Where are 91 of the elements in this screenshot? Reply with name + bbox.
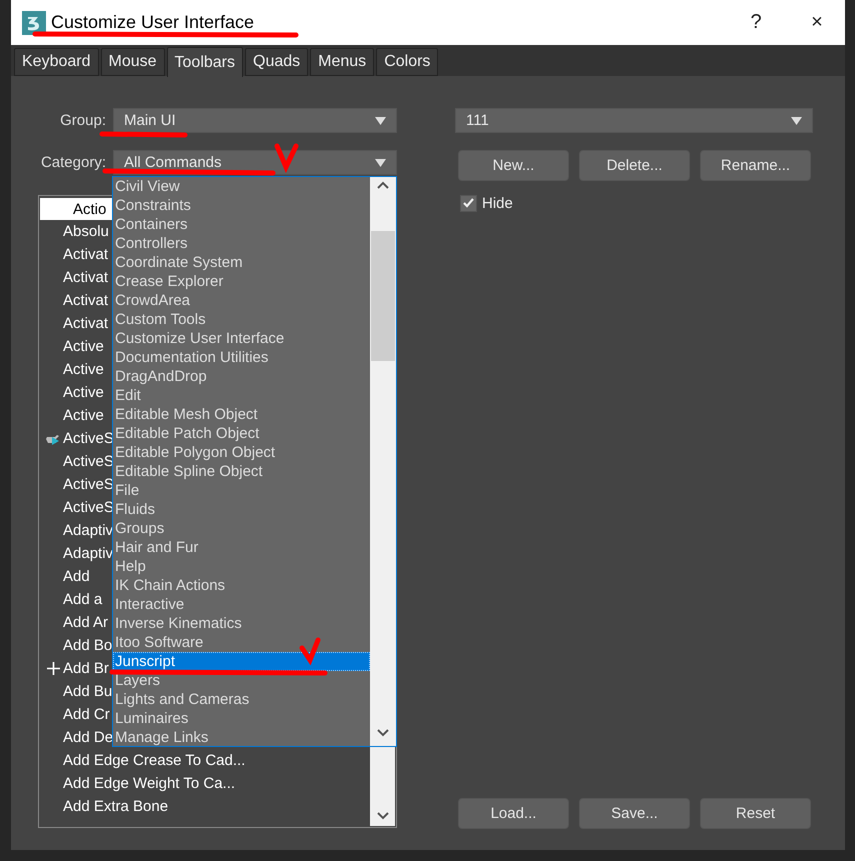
action-item[interactable]: Activat [63,315,108,332]
action-item[interactable]: Adaptiv [63,545,114,562]
scroll-down-icon[interactable] [377,729,389,737]
dropdown-option[interactable]: Inverse Kinematics [113,614,370,633]
help-button[interactable]: ? [728,2,784,42]
file-button[interactable]: Reset [700,798,811,829]
action-item[interactable]: Add Br [63,660,109,677]
hide-checkbox[interactable] [460,194,477,212]
action-item[interactable]: Activat [63,269,108,286]
dropdown-arrow-icon [375,158,386,166]
dropdown-option[interactable]: Layers [113,671,370,690]
dropdown-option[interactable]: Controllers [113,234,370,253]
action-item[interactable]: Active [63,361,104,378]
toolbar-button[interactable]: New... [458,150,569,181]
action-item[interactable]: ActiveS [63,453,114,470]
dropdown-option[interactable]: CrowdArea [113,291,370,310]
action-item[interactable]: Absolu [63,223,109,240]
action-item[interactable]: Add Edge Crease To Cad... [63,752,246,769]
action-item[interactable]: Add a [63,591,102,608]
file-button[interactable]: Save... [579,798,690,829]
dropdown-option[interactable]: IK Chain Actions [113,576,370,595]
dropdown-option[interactable]: Help [113,557,370,576]
action-item[interactable]: ActiveS [63,476,114,493]
action-item[interactable]: Add De [63,729,114,746]
dropdown-option[interactable]: Junscript [113,652,370,671]
toolbar-button[interactable]: Rename... [700,150,811,181]
annotation-checkmark [274,144,298,174]
dropdown-option[interactable]: Fluids [113,500,370,519]
tab[interactable]: Quads [245,48,308,76]
tab[interactable]: Keyboard [14,48,98,76]
close-button[interactable]: × [789,2,845,42]
dropdown-option[interactable]: Documentation Utilities [113,348,370,367]
action-item[interactable]: Add Ar [63,614,108,631]
tab[interactable]: Mouse [100,48,165,76]
action-item[interactable]: ActiveS [63,499,114,516]
dropdown-option[interactable]: Luminaires [113,709,370,728]
dropdown-arrow-icon [375,116,386,124]
scroll-down-icon[interactable] [376,812,388,820]
dropdown-option[interactable]: Editable Spline Object [113,462,370,481]
plus-icon [46,662,60,675]
dropdown-option[interactable]: Constraints [113,196,370,215]
dropdown-option[interactable]: Crease Explorer [113,272,370,291]
dropdown-option[interactable]: Customize User Interface [113,329,370,348]
app-logo-icon [22,10,46,34]
category-label: Category: [40,154,106,171]
action-item[interactable]: Add [63,568,90,585]
dropdown-option[interactable]: Editable Mesh Object [113,405,370,424]
check-icon [463,198,474,208]
dropdown-option[interactable]: Lights and Cameras [113,690,370,709]
action-item[interactable]: Activat [63,246,108,263]
dropdown-option[interactable]: Groups [113,519,370,538]
file-button[interactable]: Load... [458,798,569,829]
action-item[interactable]: Add Extra Bone [63,798,168,815]
toolbar-dropdown[interactable]: 111 [455,108,813,133]
action-item[interactable]: Add Bu [63,683,112,700]
dropdown-option[interactable]: Edit [113,386,370,405]
dropdown-option[interactable]: Manage Links [113,728,370,747]
dropdown-option[interactable]: Containers [113,215,370,234]
action-item[interactable]: Active [63,407,104,424]
action-item[interactable]: ActiveS [63,430,114,447]
dropdown-option[interactable]: Hair and Fur [113,538,370,557]
dropdown-option[interactable]: Editable Polygon Object [113,443,370,462]
action-item[interactable]: Adaptiv [63,522,114,539]
tab[interactable]: Colors [376,48,438,76]
action-item[interactable]: Add Cr [63,706,110,723]
action-item[interactable]: Add Edge Weight To Ca... [63,775,236,792]
dropdown-arrow-icon [791,116,802,124]
action-item[interactable]: Active [63,384,104,401]
teapot-icon [45,432,61,444]
toolbar-button[interactable]: Delete... [579,150,690,181]
dropdown-option[interactable]: Interactive [113,595,370,614]
dropdown-option[interactable]: Itoo Software [113,633,370,652]
annotation-checkmark [300,638,320,666]
tab[interactable]: Menus [310,48,374,76]
dropdown-option[interactable]: DragAndDrop [113,367,370,386]
tab[interactable]: Toolbars [166,47,244,77]
window-title: Customize User Interface [51,12,256,33]
action-item[interactable]: Add Bo [63,637,112,654]
action-item[interactable]: Active [63,338,104,355]
dropdown-option[interactable]: Editable Patch Object [113,424,370,443]
scroll-thumb[interactable] [371,231,395,361]
scrollbar[interactable] [370,177,396,746]
group-label: Group: [59,112,106,129]
group-dropdown[interactable]: Main UI [113,108,397,133]
dropdown-option[interactable]: Civil View [113,177,370,196]
dropdown-option[interactable]: File [113,481,370,500]
dropdown-option[interactable]: Custom Tools [113,310,370,329]
action-item[interactable]: Activat [63,292,108,309]
scroll-up-icon[interactable] [377,181,389,189]
hide-label: Hide [482,194,513,212]
dropdown-option[interactable]: Coordinate System [113,253,370,272]
